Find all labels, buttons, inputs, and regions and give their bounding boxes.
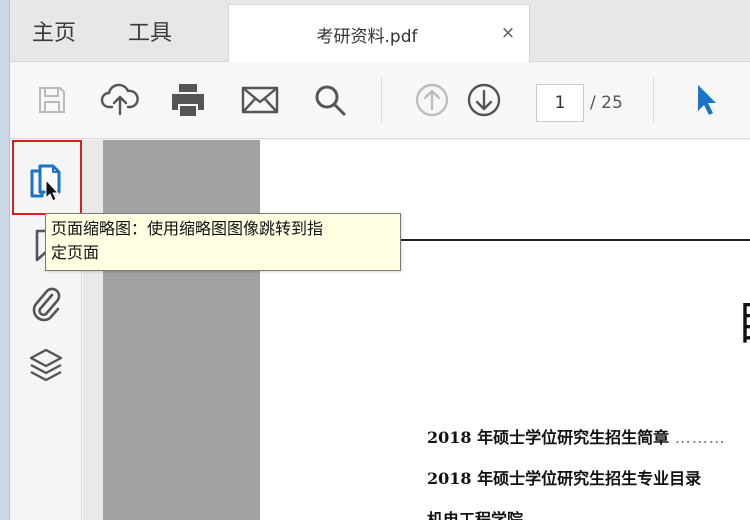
tooltip-line: 页面缩略图：使用缩略图图像跳转到指 — [51, 219, 324, 238]
thumbnails-tooltip: 页面缩略图：使用缩略图图像跳转到指 定页面 — [45, 213, 401, 271]
tab-tools[interactable]: 工具 — [128, 0, 172, 62]
toc-item[interactable]: 机电工程学院 — [427, 506, 523, 520]
toolbar-separator — [381, 78, 382, 122]
toc-item[interactable]: 2018 年硕士学位研究生招生简章 ……… — [427, 424, 726, 448]
page-total-label: / 25 — [590, 93, 623, 113]
toc-item-text: 机电工程学院 — [427, 510, 524, 520]
document-view[interactable]: 目 2018 年硕士学位研究生招生简章 ……… 2018 年硕士学位研究生招生专… — [83, 140, 750, 520]
page-down-icon[interactable] — [464, 80, 504, 120]
toolbar-separator — [653, 78, 654, 122]
upload-cloud-icon[interactable] — [100, 80, 140, 120]
page-number-input[interactable]: 1 — [536, 84, 584, 122]
tab-home[interactable]: 主页 — [32, 0, 76, 62]
tab-document[interactable]: 考研资料.pdf × — [228, 4, 530, 62]
toc-leader: ……… — [674, 428, 726, 447]
toc-item-text: 2018 年硕士学位研究生招生简章 — [427, 428, 670, 447]
contents-heading: 目 — [736, 300, 750, 346]
save-icon[interactable] — [32, 80, 72, 120]
toolbar: 1 / 25 — [10, 62, 750, 139]
window-edge — [0, 0, 10, 520]
pdf-reader-window: 主页 工具 考研资料.pdf × 1 / 25 2018 年硕士学位研究生招生简… — [0, 0, 750, 520]
mail-icon[interactable] — [240, 80, 280, 120]
toc-item-text: 2018 年硕士学位研究生招生专业目录 — [427, 469, 702, 488]
tooltip-line: 定页面 — [51, 243, 100, 262]
layers-icon[interactable] — [26, 346, 66, 386]
toc-item[interactable]: 2018 年硕士学位研究生招生专业目录 — [427, 465, 701, 489]
select-cursor-icon[interactable] — [686, 80, 726, 120]
navigation-pane — [10, 140, 82, 520]
pdf-page[interactable]: 目 2018 年硕士学位研究生招生简章 ……… 2018 年硕士学位研究生招生专… — [260, 140, 750, 520]
print-icon[interactable] — [168, 80, 208, 120]
search-icon[interactable] — [310, 80, 350, 120]
page-up-icon[interactable] — [412, 80, 452, 120]
document-tab-title: 考研资料.pdf — [316, 26, 418, 47]
page-margin-band — [103, 140, 260, 520]
attachment-icon[interactable] — [26, 284, 66, 324]
page-thumbnails-icon[interactable] — [26, 162, 66, 202]
tab-bar: 主页 工具 考研资料.pdf × — [10, 0, 750, 62]
close-tab-icon[interactable]: × — [499, 24, 517, 42]
